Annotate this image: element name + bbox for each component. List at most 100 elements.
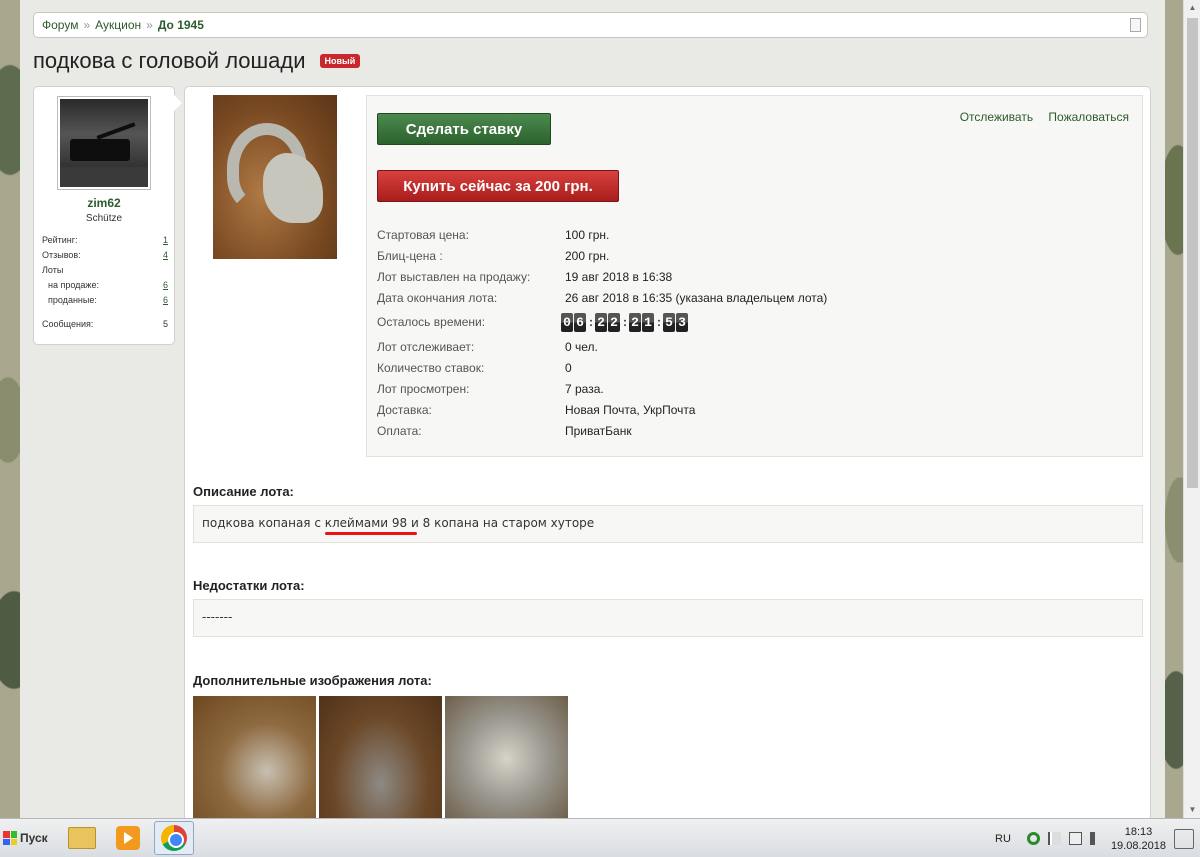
taskbar-chrome[interactable] [154, 821, 194, 855]
extra-images [193, 696, 568, 821]
stat-value[interactable]: 6 [163, 293, 168, 308]
flag-icon[interactable] [1047, 832, 1061, 845]
detail-bids: Количество ставок: 0 [377, 357, 1127, 378]
detail-remaining: Осталось времени: 0 6 : 2 2 : 2 1 : 5 3 [377, 308, 1127, 336]
detail-blitz-price: Блиц-цена : 200 грн. [377, 245, 1127, 266]
new-badge: Новый [319, 54, 361, 68]
countdown-timer: 0 6 : 2 2 : 2 1 : 5 3 [561, 312, 689, 332]
detail-listed: Лот выставлен на продажу: 19 авг 2018 в 1… [377, 266, 1127, 287]
horse-head-shape [263, 153, 323, 223]
description-title: Описание лота: [193, 484, 294, 499]
detail-label: Дата окончания лота: [377, 290, 498, 305]
username[interactable]: zim62 [34, 196, 174, 210]
detail-value: 19 авг 2018 в 16:38 [565, 269, 673, 284]
detail-label: Количество ставок: [377, 360, 485, 375]
detail-label: Стартовая цена: [377, 227, 469, 242]
stat-label: Сообщения: [42, 319, 94, 329]
bid-button[interactable]: Сделать ставку [377, 113, 551, 145]
report-link[interactable]: Пожаловаться [1048, 110, 1129, 124]
stat-reviews: Отзывов: 4 [42, 248, 168, 263]
watch-link[interactable]: Отслеживать [960, 110, 1033, 124]
lot-info-box: Сделать ставку Купить сейчас за 200 грн.… [366, 95, 1143, 457]
start-button[interactable]: Пуск [3, 826, 53, 850]
detail-watchers: Лот отслеживает: 0 чел. [377, 336, 1127, 357]
stat-sold: проданные: 6 [42, 293, 168, 308]
description-text: подкова копаная с клеймами 98 и 8 копана… [202, 516, 595, 530]
avatar-tank [70, 139, 130, 161]
red-underline-annotation [325, 532, 417, 535]
start-label: Пуск [20, 831, 48, 845]
stat-label: на продаже: [48, 280, 99, 290]
title-row: подкова с головой лошади Новый [33, 48, 361, 74]
taskbar-explorer[interactable] [62, 821, 102, 855]
user-stats: Рейтинг: 1 Отзывов: 4 Лоты на продаже: 6 пр… [42, 233, 168, 332]
detail-value: Новая Почта, УкрПочта [565, 402, 696, 417]
system-tray: RU 18:13 19.08.2018 [995, 819, 1194, 857]
page-title: подкова с головой лошади [33, 48, 306, 73]
stat-label: проданные: [48, 295, 97, 305]
timer-digit: 1 [642, 312, 654, 332]
notification-icon[interactable] [1174, 828, 1194, 849]
detail-value: 26 авг 2018 в 16:35 (указана владельцем … [565, 290, 828, 305]
extra-image-3[interactable] [445, 696, 568, 821]
chrome-icon [161, 825, 187, 851]
clock[interactable]: 18:13 19.08.2018 [1111, 825, 1166, 853]
stat-value[interactable]: 1 [163, 233, 168, 248]
timer-separator: : [589, 315, 593, 329]
timer-separator: : [623, 315, 627, 329]
detail-value: ПриватБанк [565, 423, 632, 438]
timer-digit: 3 [676, 312, 688, 332]
document-icon[interactable] [1130, 18, 1141, 32]
stat-value[interactable]: 6 [163, 278, 168, 293]
vertical-scrollbar[interactable]: ▲ ▼ [1183, 0, 1200, 818]
detail-end-date: Дата окончания лота: 26 авг 2018 в 16:35 … [377, 287, 1127, 308]
avatar[interactable] [57, 96, 151, 190]
extra-image-1[interactable] [193, 696, 316, 821]
lot-image[interactable] [213, 95, 337, 259]
avatar-image [60, 99, 148, 187]
detail-payment: Оплата: ПриватБанк [377, 420, 1127, 441]
breadcrumb-separator: » [146, 18, 153, 32]
lot-panel: Сделать ставку Купить сейчас за 200 грн.… [184, 86, 1151, 826]
detail-label: Лот просмотрен: [377, 381, 470, 396]
scroll-down-icon[interactable]: ▼ [1184, 802, 1200, 818]
extra-image-2[interactable] [319, 696, 442, 821]
stat-rating: Рейтинг: 1 [42, 233, 168, 248]
detail-views: Лот просмотрен: 7 раза. [377, 378, 1127, 399]
stat-value[interactable]: 4 [163, 248, 168, 263]
timer-digit: 2 [608, 312, 620, 332]
timer-digit: 2 [595, 312, 607, 332]
breadcrumb-current[interactable]: До 1945 [158, 18, 204, 32]
scroll-thumb[interactable] [1187, 18, 1198, 488]
timer-digit: 2 [629, 312, 641, 332]
timer-digit: 6 [574, 312, 586, 332]
stat-label: Отзывов: [42, 250, 81, 260]
breadcrumb-forum[interactable]: Форум [42, 18, 78, 32]
detail-label: Лот отслеживает: [377, 339, 475, 354]
description-box: подкова копаная с клеймами 98 и 8 копана… [193, 505, 1143, 543]
breadcrumb-separator: » [83, 18, 91, 32]
timer-separator: : [657, 315, 661, 329]
network-icon[interactable] [1068, 832, 1082, 845]
buy-now-button[interactable]: Купить сейчас за 200 грн. [377, 170, 619, 202]
antivirus-icon[interactable] [1026, 832, 1040, 845]
lot-actions: Отслеживать Пожаловаться [948, 110, 1129, 124]
stat-label: Лоты [42, 265, 64, 275]
detail-value: 0 [565, 360, 572, 375]
breadcrumb-auction[interactable]: Аукцион [95, 18, 141, 32]
extra-images-title: Дополнительные изображения лота: [193, 673, 432, 688]
avatar-ground [60, 167, 148, 187]
avatar-gun [96, 122, 136, 140]
taskbar-media-player[interactable] [108, 821, 148, 855]
lot-details: Стартовая цена: 100 грн. Блиц-цена : 200 г… [377, 224, 1127, 441]
volume-icon[interactable] [1089, 832, 1103, 845]
detail-label: Блиц-цена : [377, 248, 443, 263]
timer-digit: 5 [663, 312, 675, 332]
clock-date: 19.08.2018 [1110, 839, 1166, 852]
stat-value: 5 [162, 319, 168, 329]
language-indicator[interactable]: RU [995, 833, 1011, 845]
flaws-title: Недостатки лота: [193, 578, 305, 593]
flaws-box: ------- [193, 599, 1143, 637]
scroll-up-icon[interactable]: ▲ [1184, 0, 1200, 16]
detail-value: 7 раза. [565, 381, 604, 396]
